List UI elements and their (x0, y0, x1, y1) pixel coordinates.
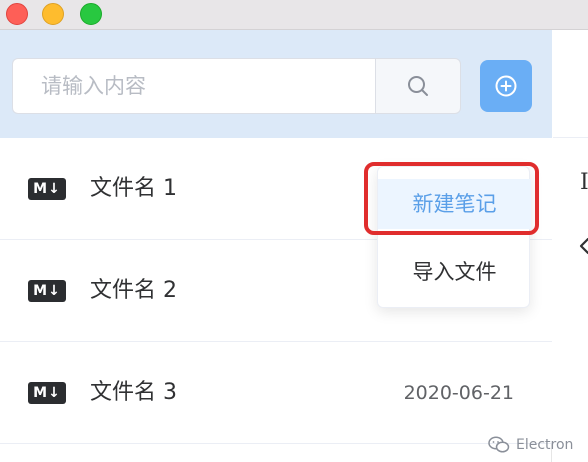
markdown-icon: M↓ (28, 178, 66, 200)
file-date: 2020-06-21 (403, 382, 514, 404)
window-close-button[interactable] (6, 3, 28, 25)
window-titlebar (0, 0, 588, 30)
window-maximize-button[interactable] (80, 3, 102, 25)
window-minimize-button[interactable] (42, 3, 64, 25)
watermark: Electron (488, 432, 573, 458)
markdown-icon: M↓ (28, 382, 66, 404)
search-button[interactable] (375, 58, 461, 114)
file-sidebar: M↓ 文件名 1 M↓ 文件名 2 2020-06-21 M↓ 文件名 3 20… (0, 30, 552, 462)
wechat-icon (488, 436, 510, 453)
link-icon[interactable] (578, 236, 588, 256)
editor-header (553, 30, 588, 138)
markdown-icon: M↓ (28, 280, 66, 302)
file-name: 文件名 2 (90, 278, 177, 303)
editor-title-fragment: I (580, 170, 588, 195)
watermark-text: Electron (516, 437, 574, 453)
file-row[interactable]: M↓ 文件名 3 2020-06-21 (0, 342, 552, 444)
file-name: 文件名 3 (90, 380, 177, 405)
plus-circle-icon (495, 75, 517, 97)
search-header (0, 30, 552, 138)
menu-item-import-file[interactable]: 导入文件 (378, 247, 531, 297)
search-input[interactable] (12, 58, 376, 114)
highlight-annotation (364, 162, 539, 235)
file-name: 文件名 1 (90, 176, 177, 201)
add-button[interactable] (480, 60, 532, 112)
search-icon (408, 76, 428, 96)
